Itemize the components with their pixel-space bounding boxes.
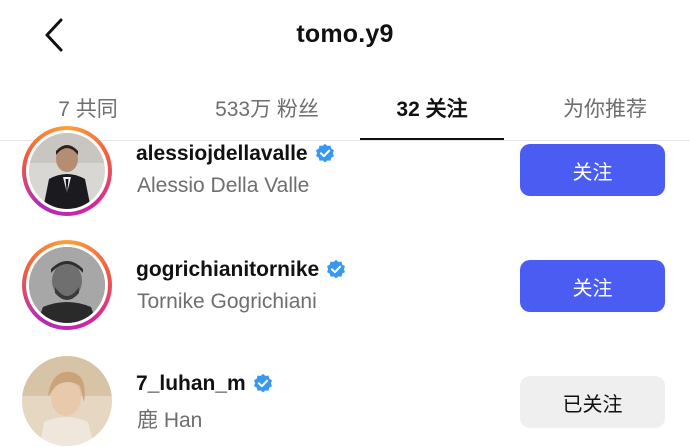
- username-row[interactable]: alessiojdellavalle: [136, 142, 336, 166]
- username[interactable]: gogrichianitornike: [136, 258, 319, 282]
- full-name: Tornike Gogrichiani: [137, 290, 317, 313]
- avatar: [29, 247, 105, 323]
- full-name: 鹿 Han: [137, 409, 203, 432]
- username-row[interactable]: 7_luhan_m: [136, 372, 274, 396]
- following-list-screen: tomo.y9 7 共同 533万 粉丝 32 关注 为你推荐 alessioj…: [0, 0, 690, 447]
- verified-badge-icon: [314, 143, 336, 165]
- story-ring[interactable]: [22, 126, 112, 216]
- header: tomo.y9: [0, 0, 690, 76]
- username[interactable]: 7_luhan_m: [136, 372, 246, 396]
- username[interactable]: alessiojdellavalle: [136, 142, 308, 166]
- verified-badge-icon: [252, 373, 274, 395]
- story-ring[interactable]: [22, 240, 112, 330]
- page-title: tomo.y9: [296, 20, 394, 48]
- follow-button[interactable]: 关注: [520, 144, 665, 196]
- avatar[interactable]: [22, 356, 112, 446]
- list-item[interactable]: 7_luhan_m 鹿 Han 已关注: [0, 346, 690, 447]
- full-name: Alessio Della Valle: [137, 174, 310, 197]
- avatar: [29, 133, 105, 209]
- following-button[interactable]: 已关注: [520, 376, 665, 428]
- list-item[interactable]: alessiojdellavalle Alessio Della Valle 关…: [0, 118, 690, 230]
- list-item[interactable]: gogrichianitornike Tornike Gogrichiani 关…: [0, 232, 690, 344]
- verified-badge-icon: [325, 259, 347, 281]
- username-row[interactable]: gogrichianitornike: [136, 258, 347, 282]
- follow-button[interactable]: 关注: [520, 260, 665, 312]
